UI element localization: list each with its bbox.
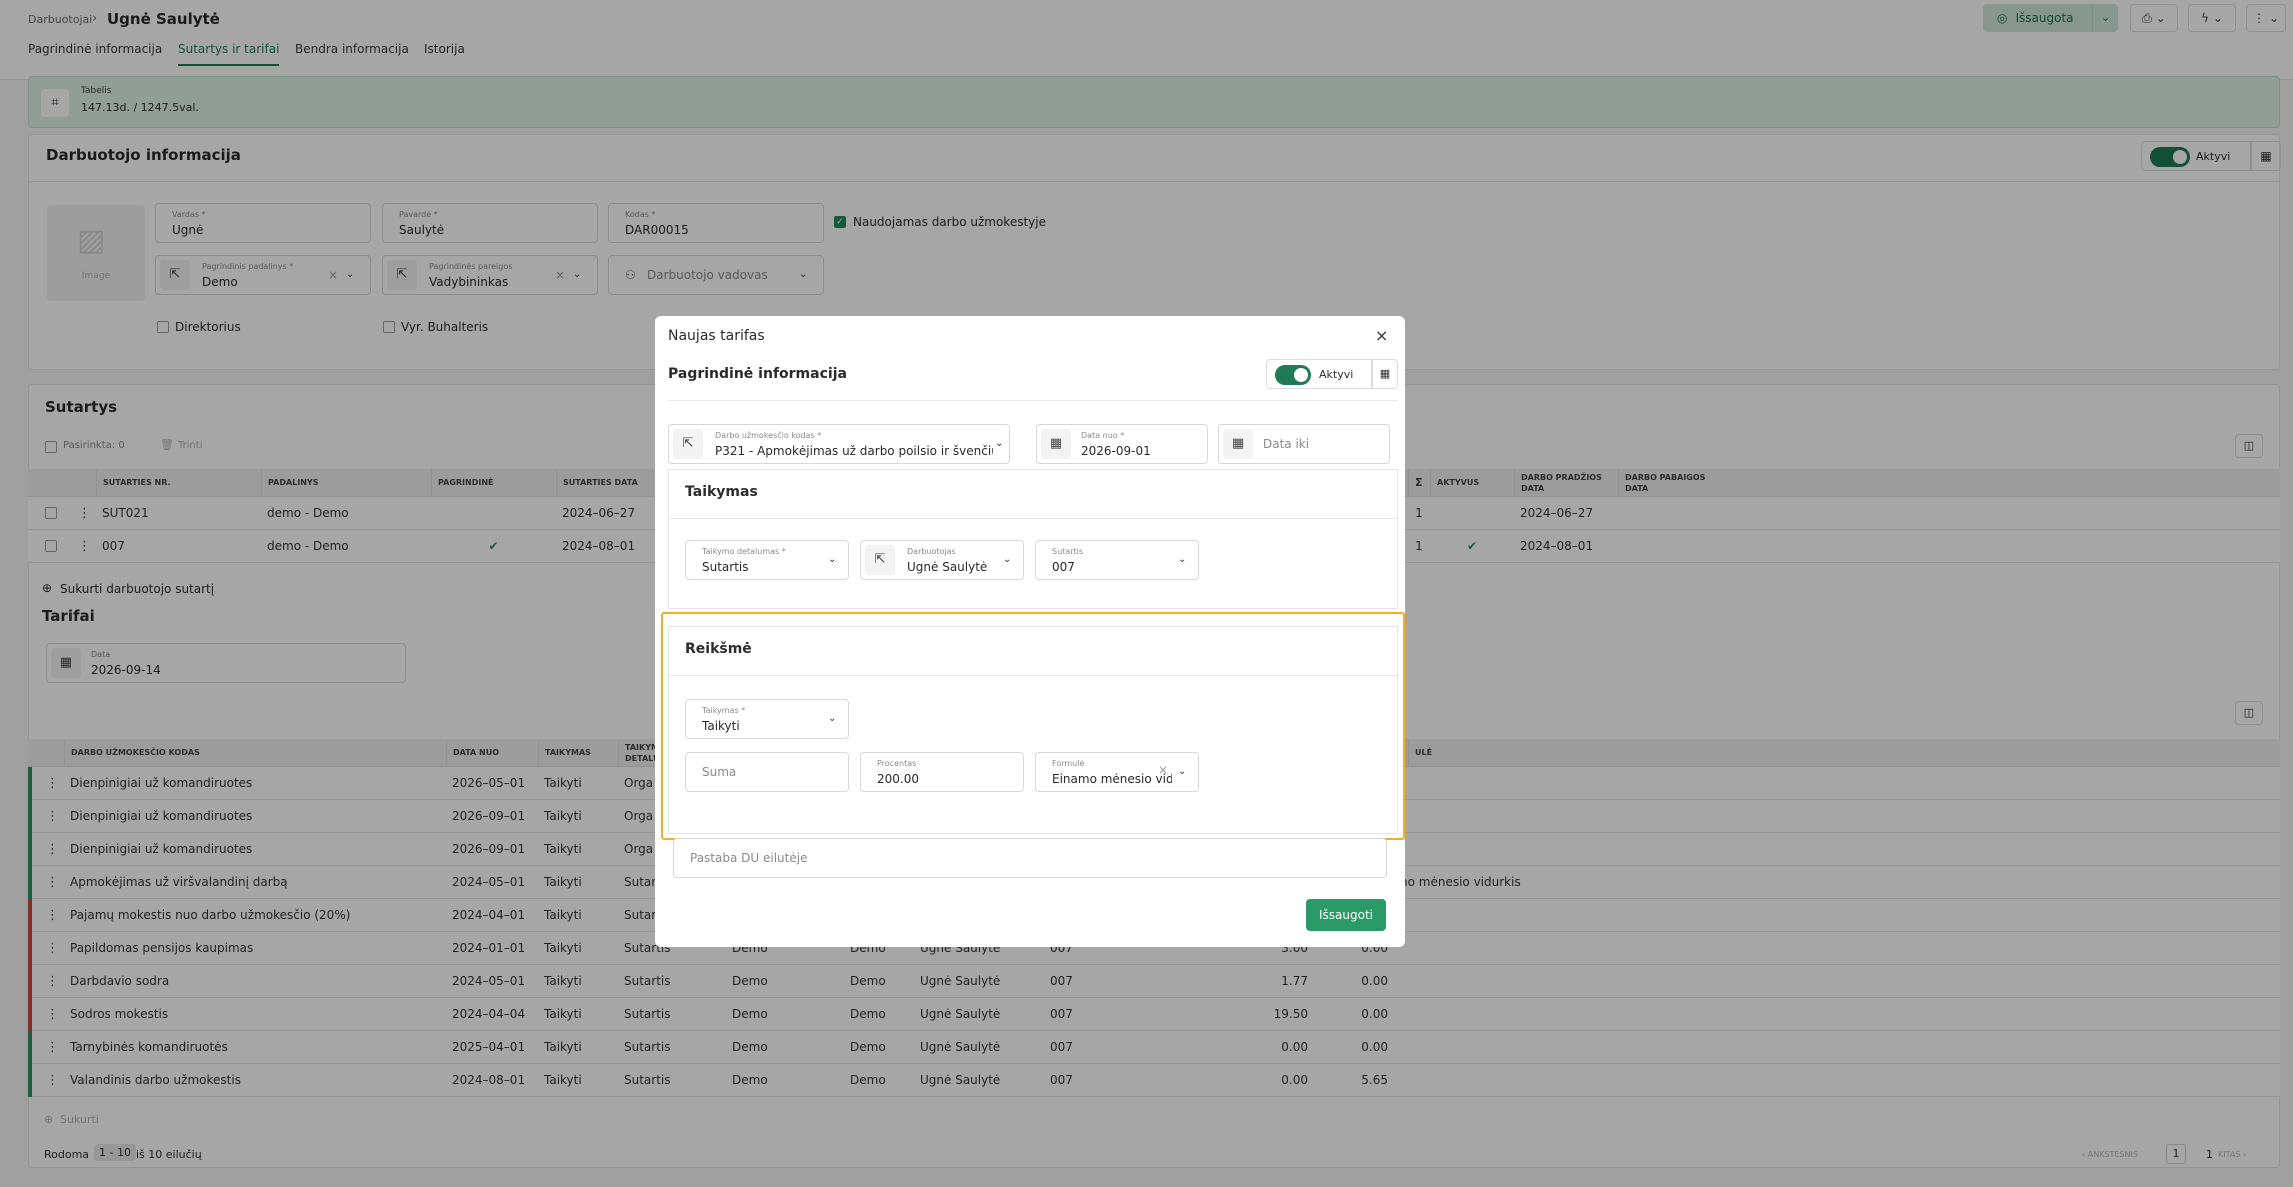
modal-active-toggle[interactable] [1275, 365, 1311, 385]
contract-label: Sutartis [1052, 547, 1084, 556]
employee-value: Ugnė Saulytė [907, 560, 988, 574]
calendar-icon[interactable]: ▦ [1223, 429, 1253, 459]
employee-label: Darbuotojas [907, 547, 956, 556]
date-from-value: 2026-09-01 [1081, 444, 1151, 458]
modal-section-title: Pagrindinė informacija [668, 366, 847, 382]
pay-code-value: P321 - Apmokėjimas už darbo poilsio ir š… [715, 444, 993, 458]
modal-title: Naujas tarifas [668, 328, 765, 344]
chevron-down-icon[interactable]: ⌄ [995, 438, 1003, 449]
date-to-field[interactable]: ▦ Data iki [1218, 424, 1390, 464]
date-from-field[interactable]: ▦ Data nuo * 2026-09-01 [1036, 424, 1208, 464]
divider [668, 400, 1398, 401]
date-from-label: Data nuo * [1081, 431, 1125, 440]
note-placeholder: Pastaba DU eilutėje [690, 851, 808, 865]
formula-label: Formulė [1052, 759, 1085, 768]
value-application-value: Taikyti [702, 719, 740, 733]
date-to-placeholder: Data iki [1263, 437, 1310, 451]
new-tariff-modal: Naujas tarifas × Pagrindinė informacija … [655, 316, 1405, 947]
percent-label: Procentas [877, 759, 917, 768]
clear-icon[interactable]: × [1158, 763, 1168, 777]
sum-field[interactable]: Suma [685, 752, 849, 792]
percent-field[interactable]: Procentas 200.00 [860, 752, 1024, 792]
external-link-icon[interactable]: ⇱ [673, 429, 703, 459]
employee-field[interactable]: ⇱ Darbuotojas Ugnė Saulytė ⌄ [860, 540, 1024, 580]
external-link-icon[interactable]: ⇱ [865, 545, 895, 575]
contract-value: 007 [1052, 560, 1075, 574]
chevron-down-icon[interactable]: ⌄ [828, 554, 836, 565]
chevron-down-icon[interactable]: ⌄ [1178, 766, 1186, 777]
calendar-icon[interactable]: ▦ [1372, 359, 1398, 389]
application-detail-value: Sutartis [702, 560, 749, 574]
divider [669, 518, 1397, 519]
divider [669, 675, 1397, 676]
save-button[interactable]: Išsaugoti [1306, 899, 1386, 931]
modal-active-label: Aktyvi [1319, 368, 1354, 381]
value-section: Reikšmė Taikymas * Taikyti ⌄ Suma Procen… [668, 626, 1398, 834]
application-section: Taikymas Taikymo detalumas * Sutartis ⌄ … [668, 469, 1398, 609]
note-field[interactable]: Pastaba DU eilutėje [673, 838, 1387, 878]
value-application-field[interactable]: Taikymas * Taikyti ⌄ [685, 699, 849, 739]
application-detail-field[interactable]: Taikymo detalumas * Sutartis ⌄ [685, 540, 849, 580]
modal-active-toggle-group: Aktyvi [1266, 359, 1372, 389]
contract-field[interactable]: Sutartis 007 ⌄ [1035, 540, 1199, 580]
calendar-icon[interactable]: ▦ [1041, 429, 1071, 459]
formula-value: Einamo mėnesio vidurki [1052, 772, 1172, 786]
value-application-label: Taikymas * [702, 706, 746, 715]
close-icon[interactable]: × [1375, 326, 1388, 345]
application-detail-label: Taikymo detalumas * [702, 547, 786, 556]
chevron-down-icon[interactable]: ⌄ [1003, 554, 1011, 565]
sum-placeholder: Suma [702, 765, 737, 779]
application-title: Taikymas [685, 484, 758, 500]
chevron-down-icon[interactable]: ⌄ [828, 713, 836, 724]
pay-code-label: Darbo užmokesčio kodas * [715, 431, 822, 440]
chevron-down-icon[interactable]: ⌄ [1178, 554, 1186, 565]
pay-code-field[interactable]: ⇱ Darbo užmokesčio kodas * P321 - Apmokė… [668, 424, 1010, 464]
formula-field[interactable]: Formulė Einamo mėnesio vidurki × ⌄ [1035, 752, 1199, 792]
percent-value: 200.00 [877, 772, 919, 786]
value-title: Reikšmė [685, 641, 752, 657]
